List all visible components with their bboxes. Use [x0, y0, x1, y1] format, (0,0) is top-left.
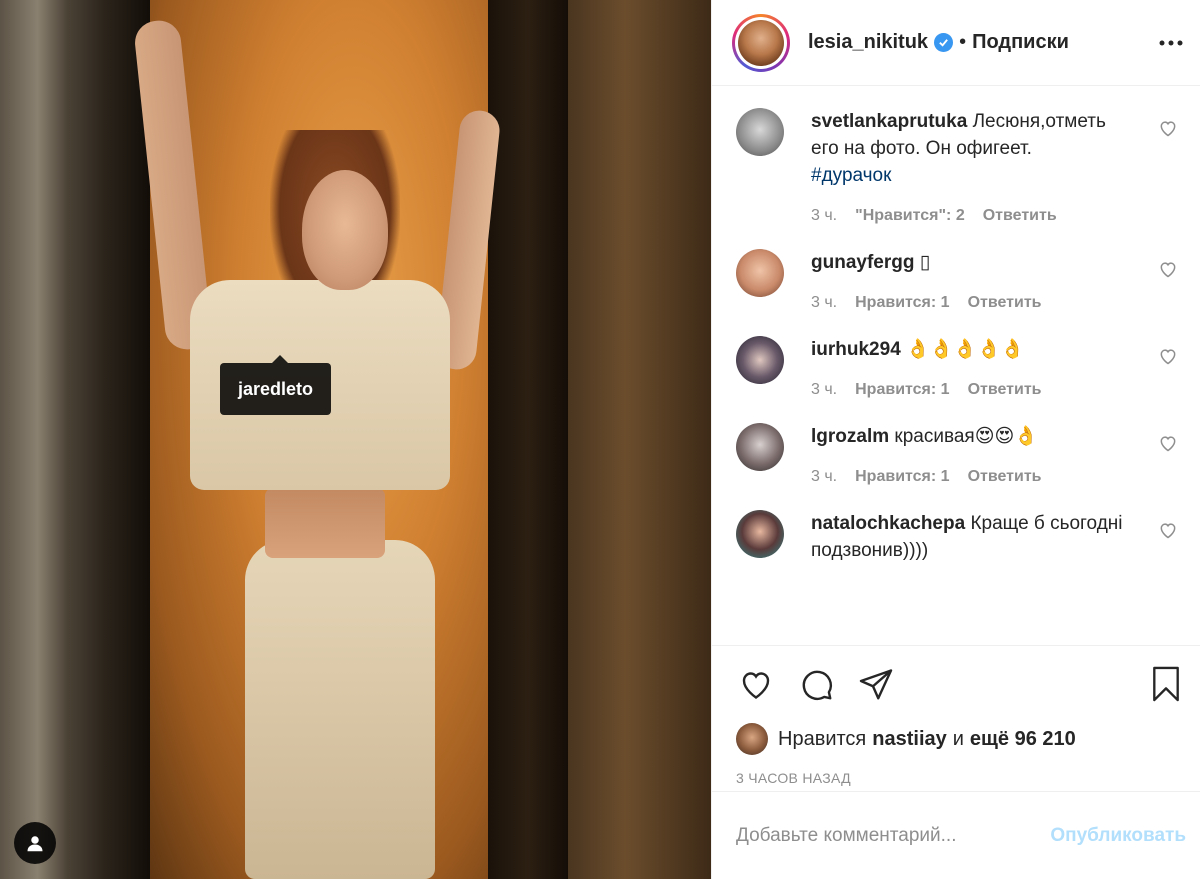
comment-input[interactable]: [736, 824, 1051, 847]
comment-message: 👌👌👌👌👌: [906, 339, 1025, 360]
heart-outline-icon: [742, 672, 770, 699]
comment-meta: 3 ч. Нравится: 1 Ответить: [811, 468, 1131, 486]
comment-item: natalochkachepa Краще б сьогодні подзвон…: [712, 510, 1200, 564]
heart-outline-icon: [1160, 523, 1176, 539]
photo-door-left: [0, 0, 150, 879]
post-side-panel: lesia_nikituk • Подписки svetlankaprutuk…: [711, 0, 1200, 879]
share-button[interactable]: [856, 664, 896, 704]
comment-body: natalochkachepa Краще б сьогодні подзвон…: [811, 510, 1131, 564]
comment-reply-button[interactable]: Ответить: [968, 381, 1042, 399]
subject-skirt: [245, 540, 435, 879]
header-separator: •: [959, 31, 967, 53]
commenter-avatar[interactable]: [736, 336, 784, 384]
user-tag-label[interactable]: jaredleto: [220, 355, 332, 415]
liker-username[interactable]: nastiiay: [872, 728, 946, 751]
heart-outline-icon: [1160, 349, 1176, 365]
comment-like-button[interactable]: [1158, 118, 1180, 140]
comment-likes-count[interactable]: "Нравится": 2: [855, 207, 965, 225]
post-photo[interactable]: jaredleto: [0, 0, 711, 879]
heart-outline-icon: [1160, 436, 1176, 452]
add-comment-section: Опубликовать: [712, 791, 1200, 879]
save-button[interactable]: [1146, 664, 1186, 704]
author-username[interactable]: lesia_nikituk: [808, 31, 928, 54]
publish-comment-button[interactable]: Опубликовать: [1050, 825, 1186, 847]
comment-item: gunayfergg ▯ 3 ч. Нравится: 1 Ответить: [712, 249, 1200, 312]
following-button[interactable]: Подписки: [972, 31, 1069, 54]
comment-item: svetlankaprutuka Лесюня,отметь его на фо…: [712, 108, 1200, 225]
comment-meta: 3 ч. Нравится: 1 Ответить: [811, 381, 1131, 399]
heart-outline-icon: [1160, 121, 1176, 137]
likes-summary: Нравится nastiiay и ещё 96 210: [712, 722, 1200, 756]
more-options-button[interactable]: [1156, 28, 1186, 58]
commenter-username[interactable]: svetlankaprutuka: [811, 111, 967, 132]
comment-body: gunayfergg ▯ 3 ч. Нравится: 1 Ответить: [811, 249, 1131, 312]
photo-door-right: [488, 0, 568, 879]
comment-text: natalochkachepa Краще б сьогодні подзвон…: [811, 510, 1131, 564]
likes-and: и: [952, 727, 964, 750]
send-icon: [859, 669, 893, 700]
verified-badge-icon: [934, 33, 954, 52]
avatar-inner: [735, 16, 787, 69]
commenter-avatar[interactable]: [736, 423, 784, 471]
user-tags-button[interactable]: [14, 822, 56, 864]
comment-likes-count[interactable]: Нравится: 1: [855, 294, 949, 312]
comment-text: lgrozalm красивая😍😍👌: [811, 423, 1131, 450]
comment-bubble-icon: [802, 670, 832, 700]
comment-body: lgrozalm красивая😍😍👌 3 ч. Нравится: 1 От…: [811, 423, 1131, 486]
author-avatar[interactable]: [732, 13, 790, 72]
comment-like-button[interactable]: [1158, 520, 1180, 542]
commenter-username[interactable]: iurhuk294: [811, 339, 901, 360]
comment-body: iurhuk294 👌👌👌👌👌 3 ч. Нравится: 1 Ответит…: [811, 336, 1131, 399]
comment-meta: 3 ч. Нравится: 1 Ответить: [811, 294, 1131, 312]
comment-likes-count[interactable]: Нравится: 1: [855, 468, 949, 486]
avatar-image: [738, 19, 784, 66]
comment-message: ▯: [919, 252, 931, 273]
bookmark-icon: [1153, 666, 1179, 702]
subject-face: [302, 170, 388, 290]
comment-text: svetlankaprutuka Лесюня,отметь его на фо…: [811, 108, 1131, 189]
comments-list[interactable]: svetlankaprutuka Лесюня,отметь его на фо…: [712, 86, 1200, 646]
comment-text: iurhuk294 👌👌👌👌👌: [811, 336, 1131, 363]
comment-reply-button[interactable]: Ответить: [968, 294, 1042, 312]
photo-wall-right: [568, 0, 711, 879]
commenter-username[interactable]: gunayfergg: [811, 252, 914, 273]
person-icon: [27, 836, 43, 852]
comment-time: 3 ч.: [811, 468, 838, 485]
comment-likes-count[interactable]: Нравится: 1: [855, 381, 949, 399]
comment-button[interactable]: [796, 664, 836, 704]
commenter-avatar[interactable]: [736, 510, 784, 558]
comment-time: 3 ч.: [811, 207, 838, 224]
comment-body: svetlankaprutuka Лесюня,отметь его на фо…: [811, 108, 1131, 225]
commenter-avatar[interactable]: [736, 249, 784, 297]
comment-reply-button[interactable]: Ответить: [968, 468, 1042, 486]
comment-like-button[interactable]: [1158, 433, 1180, 455]
liker-avatar[interactable]: [736, 723, 768, 755]
post-header: lesia_nikituk • Подписки: [712, 0, 1200, 86]
comment-time: 3 ч.: [811, 294, 838, 311]
comment-like-button[interactable]: [1158, 259, 1180, 281]
likes-prefix: Нравится: [778, 727, 867, 750]
comment-meta: 3 ч. "Нравится": 2 Ответить: [811, 207, 1131, 225]
like-button[interactable]: [736, 664, 776, 704]
commenter-avatar[interactable]: [736, 108, 784, 156]
more-horizontal-icon: [1159, 40, 1183, 45]
comment-item: lgrozalm красивая😍😍👌 3 ч. Нравится: 1 От…: [712, 423, 1200, 486]
likes-count[interactable]: ещё 96 210: [970, 728, 1076, 751]
comment-text: gunayfergg ▯: [811, 249, 1131, 276]
subject-midriff: [265, 488, 385, 558]
comment-hashtag[interactable]: #дурачок: [811, 165, 891, 186]
comment-like-button[interactable]: [1158, 346, 1180, 368]
commenter-username[interactable]: natalochkachepa: [811, 513, 965, 534]
comment-reply-button[interactable]: Ответить: [983, 207, 1057, 225]
comment-message: красивая😍😍👌: [894, 426, 1038, 447]
post-timestamp[interactable]: 3 ЧАСОВ НАЗАД: [712, 766, 1200, 790]
post-actions-bar: [712, 646, 1200, 722]
comment-item: iurhuk294 👌👌👌👌👌 3 ч. Нравится: 1 Ответит…: [712, 336, 1200, 399]
photo-subject: [132, 0, 502, 879]
commenter-username[interactable]: lgrozalm: [811, 426, 889, 447]
comment-time: 3 ч.: [811, 381, 838, 398]
post-viewer: jaredleto lesia_nikituk • Подписки svetl…: [0, 0, 1200, 879]
heart-outline-icon: [1160, 262, 1176, 278]
